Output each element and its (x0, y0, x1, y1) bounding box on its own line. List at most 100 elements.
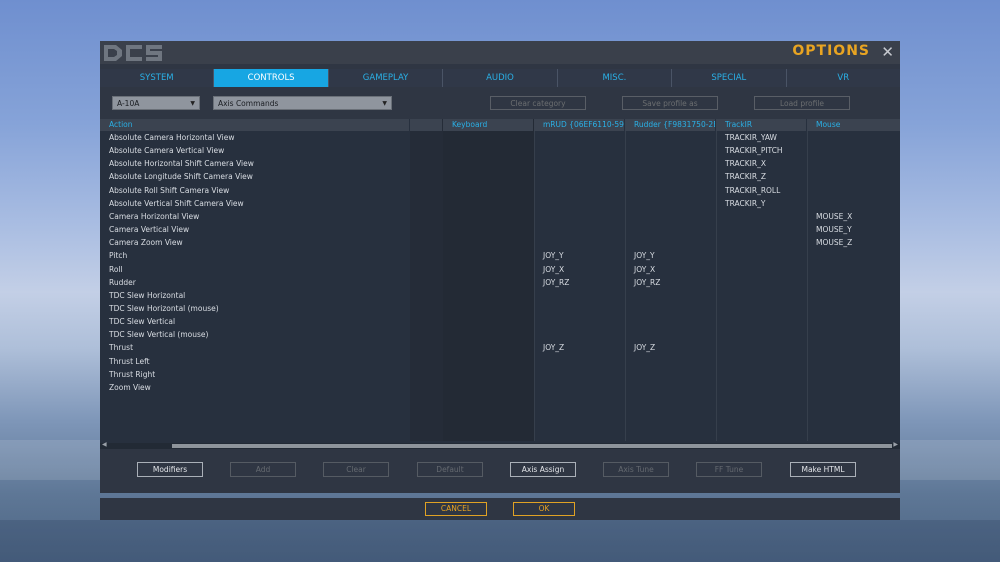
table-row[interactable]: TDC Slew Vertical (100, 316, 900, 329)
cell-modifier[interactable] (410, 145, 443, 157)
cell-action[interactable]: Camera Vertical View (100, 224, 410, 236)
table-row[interactable]: TDC Slew Vertical (mouse) (100, 329, 900, 342)
cell-mrud[interactable] (534, 158, 625, 170)
cell-mrud[interactable] (534, 369, 625, 381)
table-row[interactable]: Absolute Camera Horizontal View TRACKIR_Y… (100, 132, 900, 145)
cell-mrud[interactable] (534, 382, 625, 394)
cell-rudder[interactable] (625, 198, 716, 210)
cell-trackir[interactable] (716, 382, 807, 394)
cell-mrud[interactable] (534, 303, 625, 315)
cell-action[interactable]: TDC Slew Vertical (100, 316, 410, 328)
cell-modifier[interactable] (410, 342, 443, 354)
cell-modifier[interactable] (410, 382, 443, 394)
cell-rudder[interactable] (625, 303, 716, 315)
cell-keyboard[interactable] (443, 303, 534, 315)
cell-trackir[interactable]: TRACKIR_Y (716, 198, 807, 210)
cell-trackir[interactable]: TRACKIR_PITCH (716, 145, 807, 157)
cell-action[interactable]: Absolute Longitude Shift Camera View (100, 171, 410, 183)
clear-button[interactable]: Clear (323, 462, 389, 477)
cell-keyboard[interactable] (443, 145, 534, 157)
cell-keyboard[interactable] (443, 132, 534, 144)
cell-keyboard[interactable] (443, 185, 534, 197)
cell-modifier[interactable] (410, 198, 443, 210)
axis-tune-button[interactable]: Axis Tune (603, 462, 669, 477)
table-row[interactable]: Absolute Camera Vertical View TRACKIR_PIT… (100, 145, 900, 158)
cell-keyboard[interactable] (443, 264, 534, 276)
cell-mrud[interactable] (534, 237, 625, 249)
cell-trackir[interactable] (716, 369, 807, 381)
cell-rudder[interactable] (625, 329, 716, 341)
cell-trackir[interactable] (716, 316, 807, 328)
cell-action[interactable]: Thrust Left (100, 356, 410, 368)
cell-rudder[interactable] (625, 290, 716, 302)
cell-mrud[interactable]: JOY_RZ (534, 277, 625, 289)
cell-mouse[interactable] (807, 290, 900, 302)
make-html-button[interactable]: Make HTML (790, 462, 856, 477)
table-row[interactable]: Rudder JOY_RZ JOY_RZ (100, 277, 900, 290)
table-row[interactable]: Thrust Right (100, 369, 900, 382)
cell-mrud[interactable]: JOY_X (534, 264, 625, 276)
cell-keyboard[interactable] (443, 290, 534, 302)
cell-keyboard[interactable] (443, 237, 534, 249)
cell-keyboard[interactable] (443, 211, 534, 223)
table-row[interactable]: Pitch JOY_Y JOY_Y (100, 250, 900, 263)
cell-rudder[interactable] (625, 145, 716, 157)
cancel-button[interactable]: CANCEL (425, 502, 487, 516)
tab-vr[interactable]: VR (786, 69, 900, 87)
cell-keyboard[interactable] (443, 329, 534, 341)
table-row[interactable]: Zoom View (100, 382, 900, 395)
cell-mouse[interactable]: MOUSE_Z (807, 237, 900, 249)
cell-mouse[interactable] (807, 356, 900, 368)
cell-rudder[interactable] (625, 185, 716, 197)
table-row[interactable]: TDC Slew Horizontal (100, 290, 900, 303)
cell-mouse[interactable] (807, 277, 900, 289)
cell-keyboard[interactable] (443, 198, 534, 210)
cell-keyboard[interactable] (443, 369, 534, 381)
cell-mouse[interactable] (807, 342, 900, 354)
cell-action[interactable]: Rudder (100, 277, 410, 289)
header-keyboard[interactable]: Keyboard (443, 119, 533, 131)
cell-mouse[interactable] (807, 198, 900, 210)
add-button[interactable]: Add (230, 462, 296, 477)
cell-action[interactable]: Camera Zoom View (100, 237, 410, 249)
cell-modifier[interactable] (410, 224, 443, 236)
cell-action[interactable]: Absolute Camera Horizontal View (100, 132, 410, 144)
table-row[interactable]: Roll JOY_X JOY_X (100, 264, 900, 277)
cell-rudder[interactable]: JOY_RZ (625, 277, 716, 289)
cell-rudder[interactable] (625, 132, 716, 144)
cell-mrud[interactable] (534, 171, 625, 183)
cell-trackir[interactable] (716, 211, 807, 223)
cell-mouse[interactable] (807, 145, 900, 157)
cell-trackir[interactable] (716, 303, 807, 315)
ff-tune-button[interactable]: FF Tune (696, 462, 762, 477)
header-action[interactable]: Action (100, 119, 409, 131)
cell-action[interactable]: TDC Slew Horizontal (100, 290, 410, 302)
cell-rudder[interactable] (625, 356, 716, 368)
cell-modifier[interactable] (410, 264, 443, 276)
ok-button[interactable]: OK (513, 502, 575, 516)
cell-trackir[interactable]: TRACKIR_ROLL (716, 185, 807, 197)
cell-action[interactable]: Absolute Roll Shift Camera View (100, 185, 410, 197)
table-row[interactable]: Camera Zoom View MOUSE_Z (100, 237, 900, 250)
scrollbar-thumb[interactable] (172, 444, 892, 448)
axis-assign-button[interactable]: Axis Assign (510, 462, 576, 477)
table-row[interactable]: TDC Slew Horizontal (mouse) (100, 303, 900, 316)
tab-controls[interactable]: CONTROLS (214, 69, 329, 87)
header-mouse[interactable]: Mouse (807, 119, 900, 131)
cell-mrud[interactable] (534, 185, 625, 197)
cell-rudder[interactable] (625, 224, 716, 236)
cell-keyboard[interactable] (443, 316, 534, 328)
cell-rudder[interactable]: JOY_X (625, 264, 716, 276)
table-row[interactable]: Absolute Vertical Shift Camera View TRACK… (100, 198, 900, 211)
header-trackir[interactable]: TrackIR (716, 119, 806, 131)
cell-rudder[interactable]: JOY_Z (625, 342, 716, 354)
cell-trackir[interactable]: TRACKIR_YAW (716, 132, 807, 144)
cell-mouse[interactable] (807, 185, 900, 197)
cell-mrud[interactable] (534, 356, 625, 368)
cell-rudder[interactable] (625, 171, 716, 183)
cell-keyboard[interactable] (443, 277, 534, 289)
cell-action[interactable]: Absolute Horizontal Shift Camera View (100, 158, 410, 170)
cell-mouse[interactable] (807, 303, 900, 315)
cell-modifier[interactable] (410, 356, 443, 368)
table-row[interactable]: Thrust JOY_Z JOY_Z (100, 342, 900, 355)
